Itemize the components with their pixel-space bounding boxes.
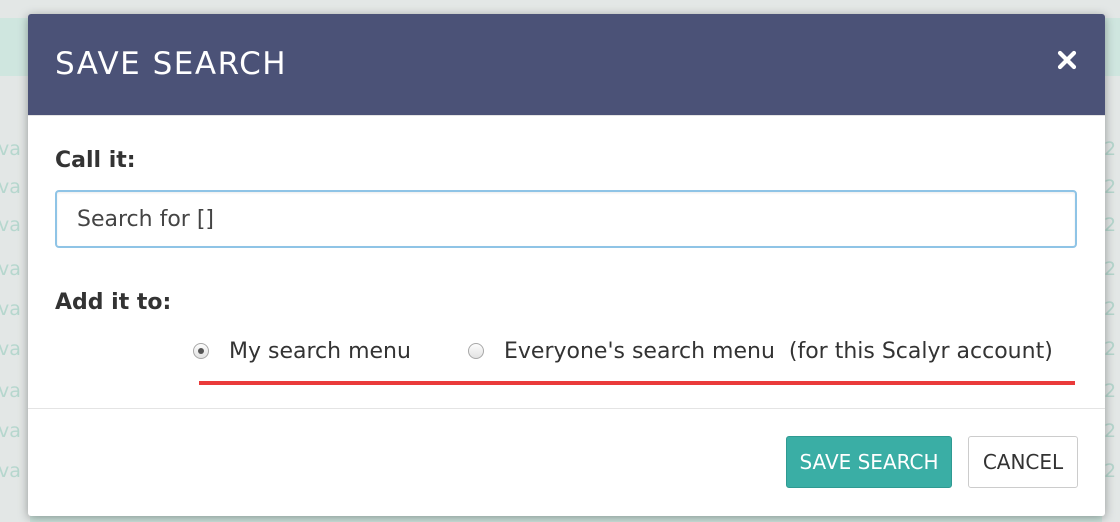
name-label: Call it:: [55, 148, 136, 173]
cancel-button[interactable]: CANCEL: [968, 436, 1078, 488]
radio-button-selected[interactable]: [193, 343, 209, 359]
header-divider: [28, 115, 1105, 116]
red-underline-annotation: [199, 381, 1075, 385]
dialog-title: SAVE SEARCH: [55, 46, 288, 82]
radio-option-my-search-menu[interactable]: My search menu: [193, 336, 411, 366]
destination-label: Add it to:: [55, 290, 172, 315]
background-left-edge: va va va va va va va va va: [0, 0, 28, 522]
radio-selected-dot: [198, 348, 204, 354]
radio-button-unselected[interactable]: [468, 343, 484, 359]
background-right-edge: 2 2 2 2 2 2 2 2 2: [1104, 0, 1120, 522]
radio-label-everyones-search-menu[interactable]: Everyone's search menu (for this Scalyr …: [504, 339, 1053, 364]
footer-divider: [28, 408, 1105, 409]
radio-label-my-search-menu[interactable]: My search menu: [229, 339, 411, 364]
dialog-header: SAVE SEARCH: [28, 14, 1105, 115]
close-icon: [1057, 50, 1077, 70]
save-search-dialog: SAVE SEARCH Call it: Add it to: My searc…: [28, 14, 1105, 516]
close-button[interactable]: [1049, 42, 1085, 78]
radio-option-everyones-search-menu[interactable]: Everyone's search menu (for this Scalyr …: [468, 336, 1053, 366]
save-search-button[interactable]: SAVE SEARCH: [786, 436, 952, 488]
search-name-input[interactable]: [55, 190, 1077, 248]
